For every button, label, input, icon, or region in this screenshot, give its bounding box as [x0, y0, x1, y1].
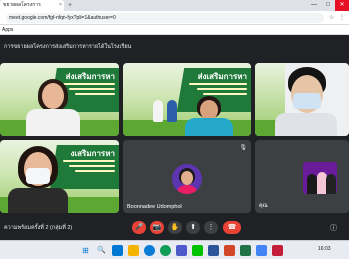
meeting-controls: ความพร้อมครั้งที่ 2 (กลุ่มที่ 2) 🎤 📷 ✋ ⬆…: [0, 215, 349, 240]
start-button[interactable]: ⊞: [80, 245, 91, 256]
close-window-button[interactable]: ✕: [335, 0, 349, 11]
avatar: [172, 164, 202, 194]
slide-title: ส่งเสริมการหา: [197, 72, 247, 81]
slide-line: [203, 93, 247, 95]
slide-line: [197, 88, 247, 90]
presentation-title: การขยายผลโครงการส่งเสริมการหารายได้ในโรง…: [4, 44, 132, 50]
clock[interactable]: 16:03: [318, 246, 331, 252]
screen: ขยายผลโครงการ × + — □ ✕ meet.google.com/…: [0, 0, 349, 259]
participant-name: Boonnadee Udomphol: [127, 204, 182, 210]
tab-title: ขยายผลโครงการ: [3, 2, 41, 8]
slide-line: [63, 160, 115, 162]
browser-tab-strip: ขยายผลโครงการ × + — □ ✕: [0, 0, 349, 11]
minimize-button[interactable]: —: [307, 0, 321, 11]
bookmarks-bar: Apps: [0, 25, 349, 35]
tab-close-icon[interactable]: ×: [59, 0, 62, 11]
edge-icon[interactable]: [144, 245, 155, 256]
participant-tile[interactable]: 🎙 Boonnadee Udomphol: [123, 140, 251, 213]
slide-line: [189, 83, 247, 85]
slide-line: [75, 170, 115, 172]
raise-hand-button[interactable]: ✋: [168, 221, 182, 234]
present-button[interactable]: ⬆: [186, 221, 200, 234]
participant-tile[interactable]: ส่งเสริมการหา: [0, 63, 119, 136]
participant-tile[interactable]: [255, 63, 349, 136]
mic-off-icon: 🎙: [239, 145, 247, 151]
participant-tile[interactable]: ส่งเสริมการหา: [123, 63, 251, 136]
browser-toolbar: meet.google.com/fgf-nfqn-fyx?pli=1&authu…: [0, 11, 349, 25]
camera-toggle-button[interactable]: 📷: [150, 221, 164, 234]
task-view-icon[interactable]: [112, 245, 123, 256]
slide-child: [167, 100, 177, 122]
slide-child: [153, 100, 163, 122]
maximize-button[interactable]: □: [321, 0, 335, 11]
browser-menu-icon[interactable]: ⋮: [339, 13, 345, 23]
slide-title: งเสริมการหา: [70, 149, 116, 158]
url-text: meet.google.com/fgf-nfqn-fyx?pli=1&authu…: [9, 15, 116, 21]
meeting-name: ความพร้อมครั้งที่ 2 (กลุ่มที่ 2): [4, 225, 73, 231]
participant-tile[interactable]: คุณ: [255, 140, 349, 213]
browser-tab[interactable]: ขยายผลโครงการ: [0, 0, 64, 11]
participant-name: คุณ: [259, 203, 268, 209]
search-icon[interactable]: 🔍: [96, 245, 107, 256]
new-tab-button[interactable]: +: [68, 0, 72, 11]
meet-stage: การขยายผลโครงการส่งเสริมการหารายได้ในโรง…: [0, 35, 349, 240]
app-icon[interactable]: [272, 245, 283, 256]
slide-line: [63, 83, 115, 85]
slide-line: [69, 88, 115, 90]
participant-tile[interactable]: งเสริมการหา: [0, 140, 119, 213]
chrome-icon[interactable]: [160, 245, 171, 256]
mic-toggle-button[interactable]: 🎤: [132, 221, 146, 234]
powerpoint-icon[interactable]: [224, 245, 235, 256]
meeting-info-icon[interactable]: ⓘ: [330, 223, 337, 233]
excel-icon[interactable]: [240, 245, 251, 256]
windows-taskbar: ⊞ 🔍 16:03: [0, 240, 349, 259]
line-icon[interactable]: [192, 245, 203, 256]
apps-bookmark[interactable]: Apps: [2, 25, 13, 35]
file-explorer-icon[interactable]: [128, 245, 139, 256]
slide-line: [75, 93, 115, 95]
address-bar[interactable]: meet.google.com/fgf-nfqn-fyx?pli=1&authu…: [6, 13, 324, 23]
slide-title: ส่งเสริมการหา: [65, 72, 115, 81]
bookmark-star-icon[interactable]: ☆: [329, 13, 334, 23]
more-options-button[interactable]: ⋮: [204, 221, 218, 234]
word-icon[interactable]: [208, 245, 219, 256]
meet-icon[interactable]: [256, 245, 267, 256]
end-call-button[interactable]: ☎: [223, 221, 241, 234]
teams-icon[interactable]: [176, 245, 187, 256]
self-view-thumbnail: [303, 162, 337, 194]
slide-line: [69, 165, 115, 167]
